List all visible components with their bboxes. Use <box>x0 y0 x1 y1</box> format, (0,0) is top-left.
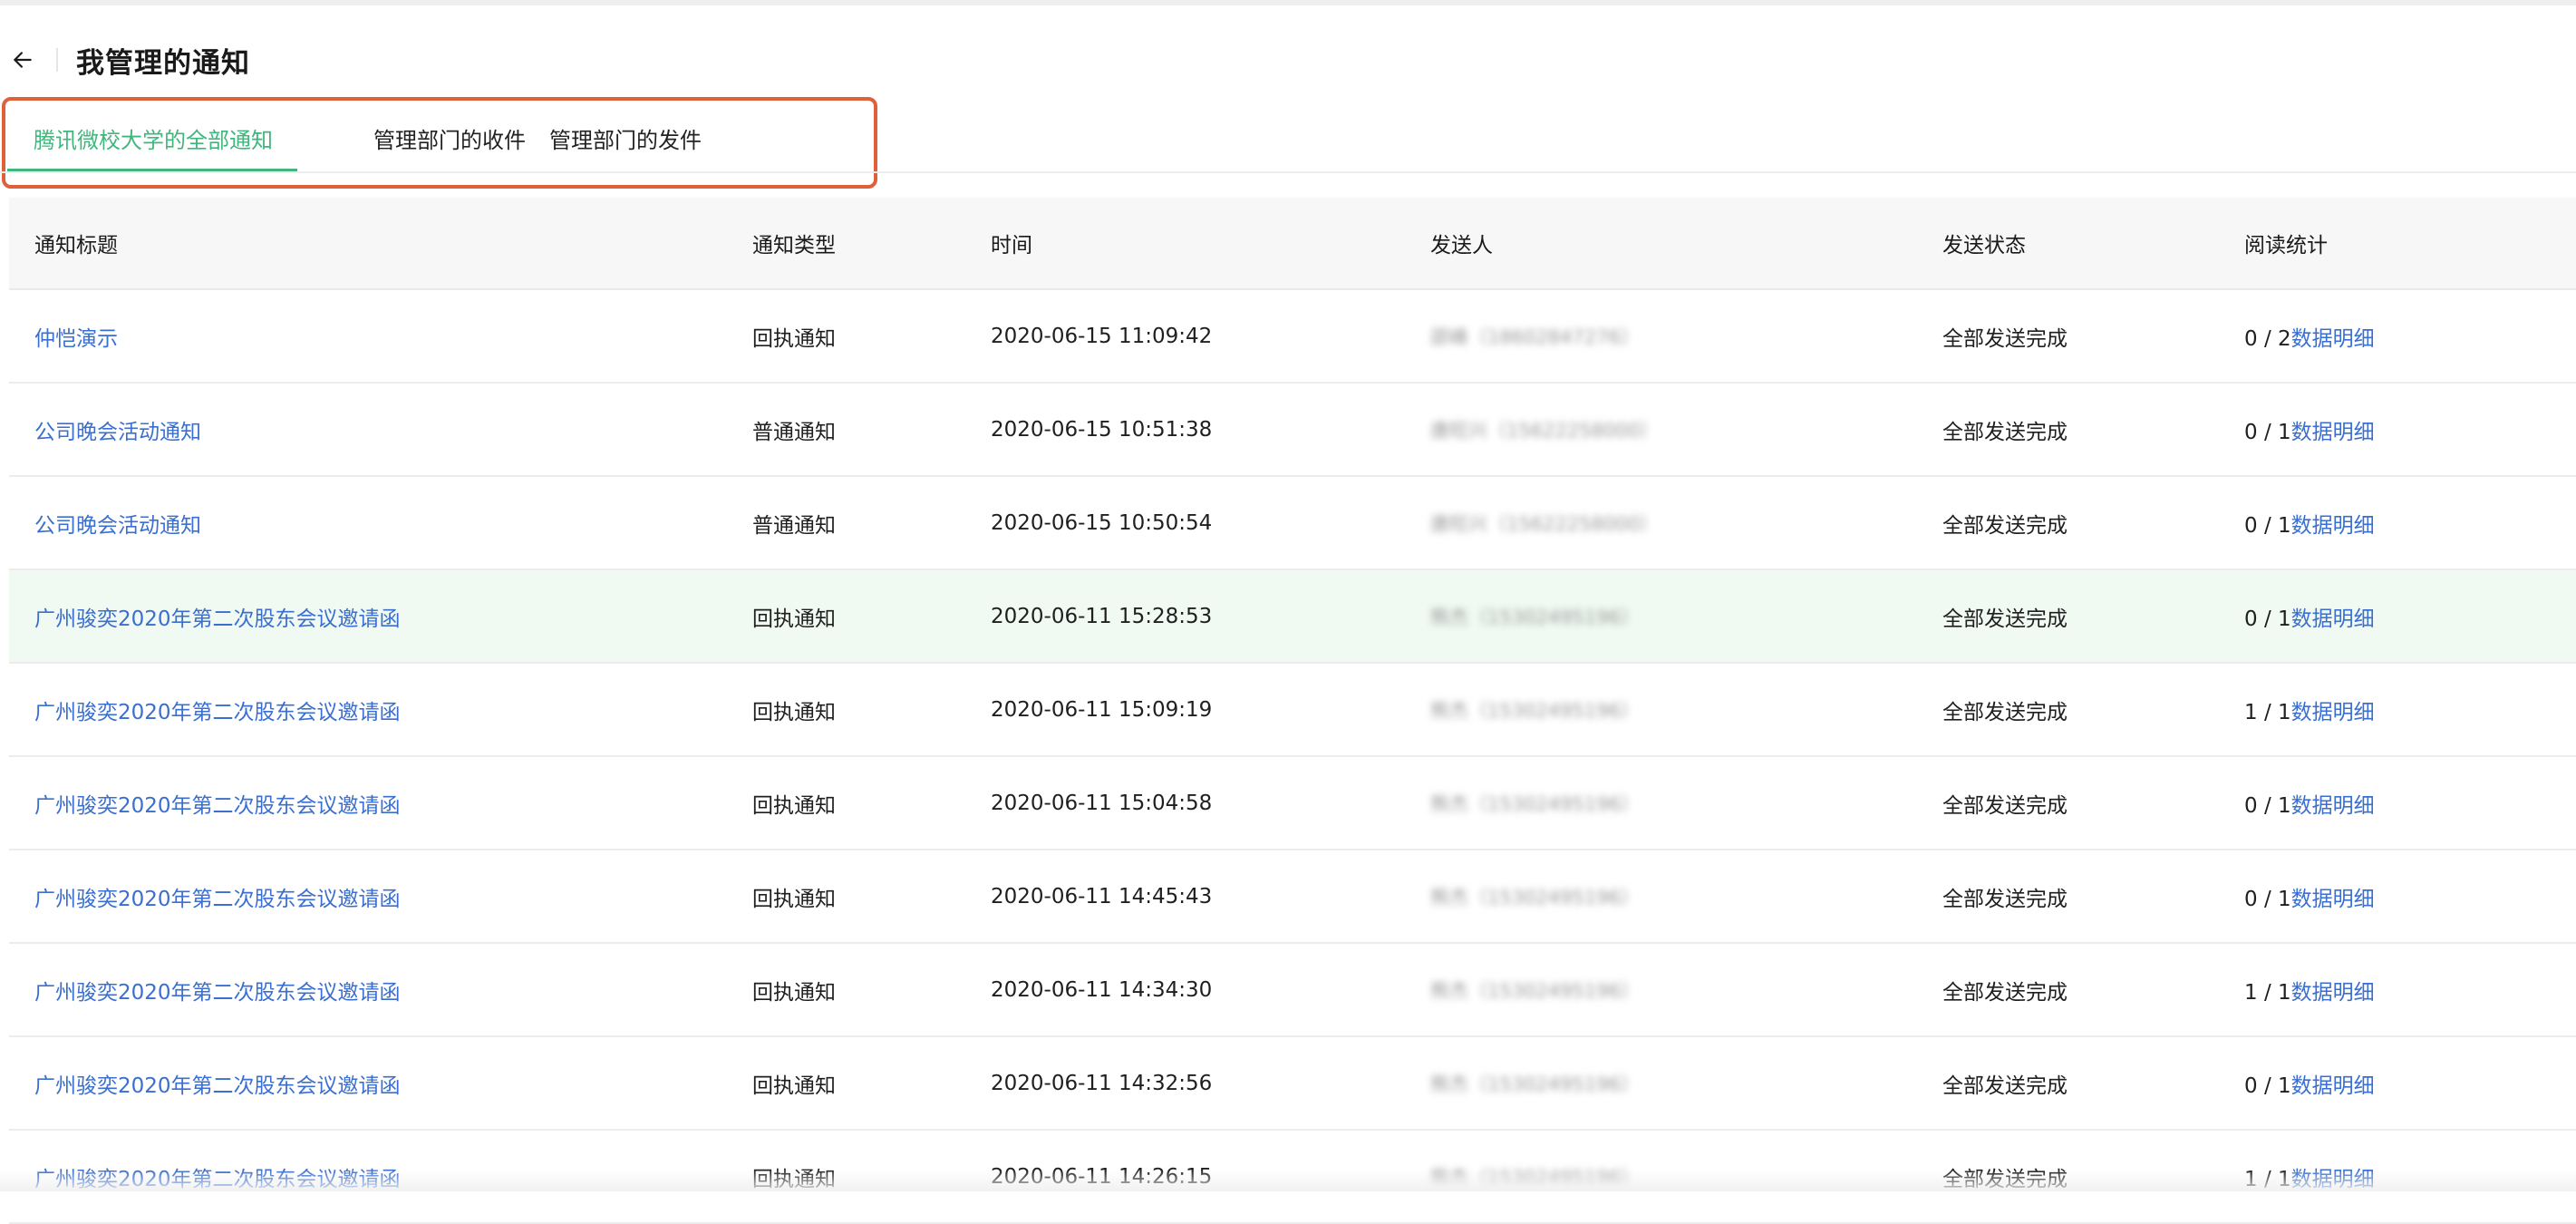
notice-type: 回执通知 <box>752 607 836 631</box>
read-count: 0 / 1 <box>2244 793 2291 818</box>
notice-title-link[interactable]: 公司晚会活动通知 <box>34 514 201 538</box>
data-detail-link[interactable]: 数据明细 <box>2291 421 2375 444</box>
column-header-read-stats: 阅读统计 <box>2244 234 2328 257</box>
data-detail-link[interactable]: 数据明细 <box>2291 1074 2375 1098</box>
sender-name: 熊杰（15302495196） <box>1430 792 1640 815</box>
table-row: 广州骏奕2020年第二次股东会议邀请函 回执通知 2020-06-11 15:09:… <box>9 664 2576 757</box>
tab-bar: 腾讯微校大学的全部通知 管理部门的收件 管理部门的发件 <box>7 102 821 174</box>
table-body: 仲恺演示 回执通知 2020-06-15 11:09:42 邵峰（1860284727… <box>9 290 2576 1224</box>
notice-time: 2020-06-15 10:51:38 <box>991 417 1213 442</box>
table-row: 仲恺演示 回执通知 2020-06-15 11:09:42 邵峰（1860284727… <box>9 290 2576 384</box>
table-header: 通知标题 通知类型 时间 发送人 发送状态 阅读统计 <box>9 198 2576 290</box>
notice-type: 回执通知 <box>752 980 836 1005</box>
sender-name: 熊杰（15302495196） <box>1430 1073 1640 1095</box>
notice-title-link[interactable]: 广州骏奕2020年第二次股东会议邀请函 <box>34 1074 401 1098</box>
column-header-status: 发送状态 <box>1942 234 2026 257</box>
back-button[interactable] <box>0 33 45 87</box>
sender-name: 邵峰（18602847276） <box>1430 325 1640 348</box>
notice-type: 回执通知 <box>752 793 836 818</box>
notice-time: 2020-06-15 11:09:42 <box>991 324 1213 348</box>
data-detail-link[interactable]: 数据明细 <box>2291 981 2375 1005</box>
notice-time: 2020-06-11 14:32:56 <box>991 1071 1213 1095</box>
notice-title-link[interactable]: 广州骏奕2020年第二次股东会议邀请函 <box>34 981 401 1005</box>
data-detail-link[interactable]: 数据明细 <box>2291 888 2375 911</box>
sender-name: 唐旺兴（15622258000） <box>1430 512 1659 535</box>
sender-name: 熊杰（15302495196） <box>1430 886 1640 908</box>
read-count: 1 / 1 <box>2244 700 2291 724</box>
top-bar <box>0 0 2576 5</box>
column-header-time: 时间 <box>991 234 1032 257</box>
sender-name: 熊杰（15302495196） <box>1430 606 1640 628</box>
send-status: 全部发送完成 <box>1942 1073 2068 1098</box>
notice-time: 2020-06-15 10:50:54 <box>991 510 1213 535</box>
send-status: 全部发送完成 <box>1942 887 2068 911</box>
notice-time: 2020-06-11 14:45:43 <box>991 884 1213 908</box>
column-header-sender: 发送人 <box>1430 234 1493 257</box>
notice-time: 2020-06-11 15:09:19 <box>991 697 1213 722</box>
bottom-fade <box>0 1170 2576 1191</box>
table-row: 广州骏奕2020年第二次股东会议邀请函 回执通知 2020-06-11 15:28:… <box>9 570 2576 664</box>
arrow-left-icon <box>14 52 32 68</box>
notice-type: 回执通知 <box>752 887 836 911</box>
data-detail-link[interactable]: 数据明细 <box>2291 514 2375 538</box>
read-count: 0 / 1 <box>2244 513 2291 538</box>
notice-type: 普通通知 <box>752 420 836 444</box>
page-header: 我管理的通知 <box>0 33 1088 87</box>
send-status: 全部发送完成 <box>1942 793 2068 818</box>
tab-all-notices[interactable]: 腾讯微校大学的全部通知 <box>7 102 297 174</box>
read-count: 0 / 1 <box>2244 887 2291 911</box>
tab-dept-outbox[interactable]: 管理部门的发件 <box>549 102 821 174</box>
read-count: 0 / 2 <box>2244 326 2291 351</box>
notice-title-link[interactable]: 广州骏奕2020年第二次股东会议邀请函 <box>34 607 401 631</box>
send-status: 全部发送完成 <box>1942 326 2068 351</box>
sender-name: 熊杰（15302495196） <box>1430 979 1640 1002</box>
header-divider <box>56 48 58 72</box>
data-detail-link[interactable]: 数据明细 <box>2291 794 2375 818</box>
send-status: 全部发送完成 <box>1942 700 2068 724</box>
sender-name: 唐旺兴（15622258000） <box>1430 419 1659 442</box>
table-row: 广州骏奕2020年第二次股东会议邀请函 回执通知 2020-06-11 14:34:… <box>9 944 2576 1037</box>
column-header-title: 通知标题 <box>34 234 118 257</box>
read-count: 0 / 1 <box>2244 607 2291 631</box>
tabs-divider <box>0 171 2576 173</box>
table-row: 广州骏奕2020年第二次股东会议邀请函 回执通知 2020-06-11 14:32:… <box>9 1037 2576 1131</box>
column-header-type: 通知类型 <box>752 234 836 257</box>
sender-name: 熊杰（15302495196） <box>1430 699 1640 722</box>
notice-time: 2020-06-11 15:28:53 <box>991 604 1213 628</box>
notice-table: 通知标题 通知类型 时间 发送人 发送状态 阅读统计 仲恺演示 回执通知 2020-… <box>9 198 2576 1224</box>
notice-title-link[interactable]: 广州骏奕2020年第二次股东会议邀请函 <box>34 701 401 724</box>
notice-time: 2020-06-11 15:04:58 <box>991 791 1213 815</box>
send-status: 全部发送完成 <box>1942 513 2068 538</box>
data-detail-link[interactable]: 数据明细 <box>2291 327 2375 351</box>
send-status: 全部发送完成 <box>1942 420 2068 444</box>
table-row: 公司晚会活动通知 普通通知 2020-06-15 10:51:38 唐旺兴（15622… <box>9 384 2576 477</box>
page-title: 我管理的通知 <box>76 46 250 80</box>
table-row: 广州骏奕2020年第二次股东会议邀请函 回执通知 2020-06-11 15:04:… <box>9 757 2576 850</box>
table-row: 公司晚会活动通知 普通通知 2020-06-15 10:50:54 唐旺兴（15622… <box>9 477 2576 570</box>
notice-title-link[interactable]: 仲恺演示 <box>34 327 118 351</box>
notice-type: 回执通知 <box>752 326 836 351</box>
notice-type: 回执通知 <box>752 1073 836 1098</box>
notice-time: 2020-06-11 14:34:30 <box>991 977 1213 1002</box>
tab-dept-inbox[interactable]: 管理部门的收件 <box>297 102 549 174</box>
read-count: 1 / 1 <box>2244 980 2291 1005</box>
notice-title-link[interactable]: 广州骏奕2020年第二次股东会议邀请函 <box>34 794 401 818</box>
read-count: 0 / 1 <box>2244 420 2291 444</box>
notice-title-link[interactable]: 公司晚会活动通知 <box>34 421 201 444</box>
notice-type: 回执通知 <box>752 700 836 724</box>
data-detail-link[interactable]: 数据明细 <box>2291 607 2375 631</box>
send-status: 全部发送完成 <box>1942 980 2068 1005</box>
notice-title-link[interactable]: 广州骏奕2020年第二次股东会议邀请函 <box>34 888 401 911</box>
table-row: 广州骏奕2020年第二次股东会议邀请函 回执通知 2020-06-11 14:45:… <box>9 850 2576 944</box>
read-count: 0 / 1 <box>2244 1073 2291 1098</box>
data-detail-link[interactable]: 数据明细 <box>2291 701 2375 724</box>
send-status: 全部发送完成 <box>1942 607 2068 631</box>
notice-type: 普通通知 <box>752 513 836 538</box>
